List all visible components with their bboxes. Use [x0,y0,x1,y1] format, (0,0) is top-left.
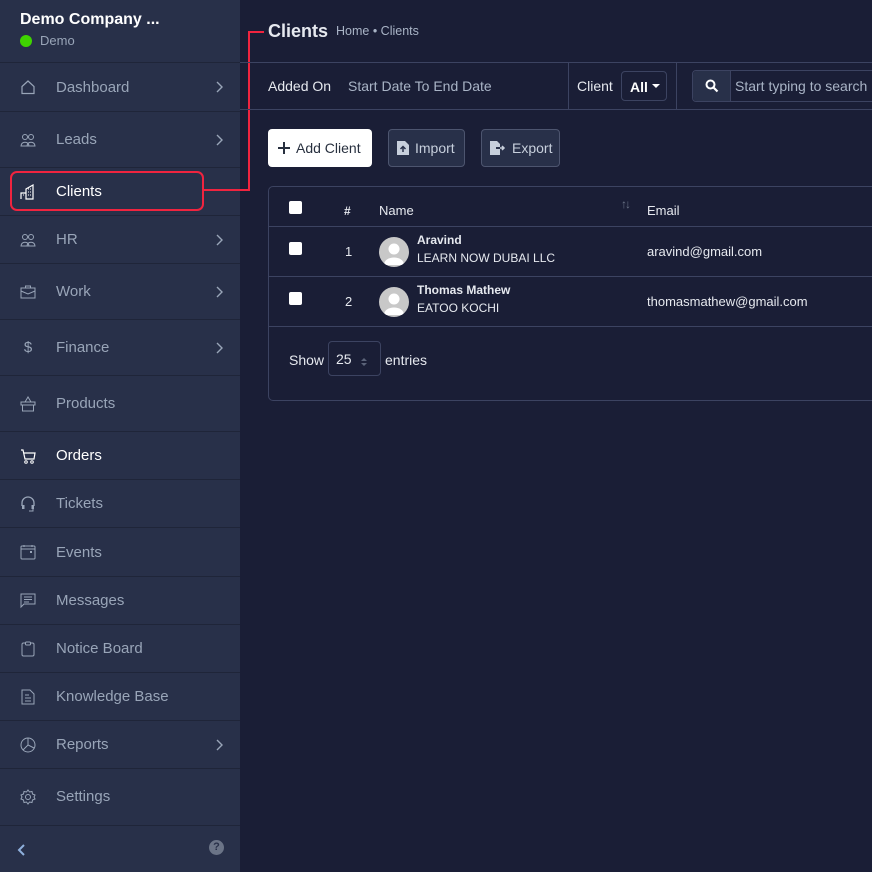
column-number: # [344,204,351,218]
sidebar-item-finance[interactable]: $ Finance [0,319,240,375]
sidebar-item-reports[interactable]: Reports [0,720,240,768]
spinner-arrows-icon [361,354,367,366]
client-company: LEARN NOW DUBAI LLC [417,251,556,265]
cart-icon [20,448,36,464]
search-input[interactable] [731,71,872,101]
chevron-right-icon [214,233,224,247]
client-email: aravind@gmail.com [647,244,763,259]
sidebar-item-notice-board[interactable]: Notice Board [0,624,240,672]
briefcase-icon [20,284,36,300]
calendar-icon [20,544,36,560]
client-company: EATOO KOCHI [417,301,500,315]
sidebar-item-dashboard[interactable]: Dashboard [0,62,240,111]
help-icon[interactable]: ? [209,840,224,855]
sidebar-item-products[interactable]: Products [0,375,240,431]
client-email: thomasmathew@gmail.com [647,294,808,309]
avatar [379,287,409,317]
clipboard-icon [20,641,36,657]
main-content: Clients Home • Clients Added On Start Da… [240,0,872,872]
home-icon [20,79,36,95]
client-filter-label: Client [577,78,613,94]
file-export-icon [490,141,506,155]
file-upload-icon [397,141,409,155]
dollar-icon: $ [23,339,33,356]
entries-label: entries [385,352,428,368]
workspace-name: Demo [40,33,75,48]
sidebar-nav: Dashboard Leads Clients HR Work $ Financ… [0,62,240,824]
clients-table: # Name ↑↓ Email 1 Aravind LEARN NOW DUBA… [268,186,872,401]
message-icon [20,593,36,609]
users-icon [20,132,36,148]
date-range-picker[interactable]: Start Date To End Date [348,78,492,94]
sidebar-footer: ? [0,825,240,872]
chevron-right-icon [214,738,224,752]
divider [568,63,569,110]
search-icon[interactable] [693,71,731,101]
building-icon [20,183,36,200]
sidebar-item-knowledge-base[interactable]: Knowledge Base [0,672,240,720]
sidebar-item-orders[interactable]: Orders [0,431,240,479]
document-icon [20,689,36,705]
sidebar-item-settings[interactable]: Settings [0,768,240,824]
sort-icon[interactable]: ↑↓ [621,197,631,211]
collapse-sidebar-icon[interactable] [14,842,28,858]
chevron-right-icon [214,80,224,94]
sidebar-item-events[interactable]: Events [0,527,240,576]
client-filter-select[interactable]: All [621,71,667,101]
row-checkbox[interactable] [289,242,302,255]
table-header: # Name ↑↓ Email [269,187,872,227]
export-button[interactable]: Export [481,129,560,167]
company-header[interactable]: Demo Company ... Demo [20,10,160,48]
page-size-select[interactable]: 25 [328,341,381,376]
filter-bar: Added On Start Date To End Date Client A… [240,62,872,110]
users-icon [20,232,36,248]
avatar [379,237,409,267]
client-name-link[interactable]: Thomas Mathew [417,283,510,297]
client-name-link[interactable]: Aravind [417,233,462,247]
headset-icon [20,495,36,512]
table-row: 1 Aravind LEARN NOW DUBAI LLC aravind@gm… [269,227,872,277]
gear-icon [20,788,36,805]
sidebar-item-clients[interactable]: Clients [0,167,240,215]
show-label: Show [289,352,325,368]
company-name: Demo Company ... [20,11,160,28]
chevron-right-icon [214,133,224,147]
plus-icon [278,142,290,154]
sidebar-item-tickets[interactable]: Tickets [0,479,240,527]
chevron-right-icon [214,285,224,299]
caret-down-icon [652,84,660,88]
page-title: Clients [268,21,329,41]
sidebar-item-messages[interactable]: Messages [0,576,240,624]
column-name[interactable]: Name [379,203,414,218]
sidebar-item-hr[interactable]: HR [0,215,240,263]
search-box [692,70,872,102]
added-on-label: Added On [268,78,332,94]
sidebar-item-leads[interactable]: Leads [0,111,240,167]
sidebar-item-work[interactable]: Work [0,263,240,319]
row-checkbox[interactable] [289,292,302,305]
table-row: 2 Thomas Mathew EATOO KOCHI thomasmathew… [269,277,872,327]
chevron-right-icon [214,341,224,355]
divider [676,63,677,110]
status-dot-icon [20,34,32,47]
breadcrumb[interactable]: Home • Clients [336,24,419,38]
add-client-button[interactable]: Add Client [268,129,372,167]
select-all-checkbox[interactable] [289,201,302,214]
basket-icon [20,395,36,412]
import-button[interactable]: Import [388,129,465,167]
sidebar: Demo Company ... Demo Dashboard Leads Cl… [0,0,240,872]
column-email[interactable]: Email [647,203,680,218]
pie-chart-icon [20,737,36,753]
